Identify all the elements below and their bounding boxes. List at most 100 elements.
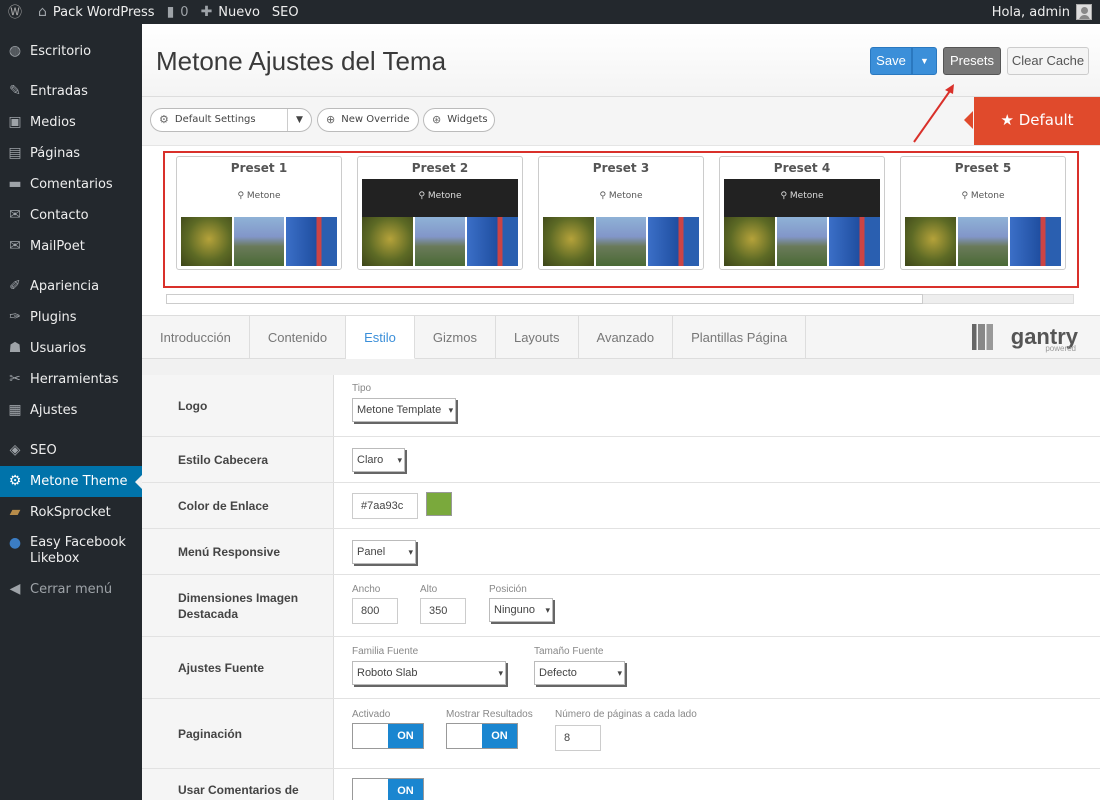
seo-link[interactable]: SEO — [266, 0, 305, 24]
preset-thumbnail-images — [543, 217, 700, 266]
thumbnail-image — [776, 217, 828, 266]
sidebar-item-seo[interactable]: ◈ SEO — [0, 435, 142, 466]
wrench-icon: ✂ — [9, 371, 21, 387]
tab-estilo[interactable]: Estilo — [346, 316, 415, 359]
plus-icon: ✚ — [200, 4, 213, 20]
thumbnail-image — [543, 217, 594, 266]
comments-toggle[interactable]: ON — [352, 778, 424, 800]
responsive-menu-select[interactable]: Panel — [352, 540, 416, 564]
field-label: Tamaño Fuente — [534, 646, 604, 657]
sidebar-item-metone-theme[interactable]: ⚙ Metone Theme — [0, 466, 143, 497]
link-color-input[interactable]: #7aa93c — [352, 493, 418, 519]
bicycle-logo-icon: ⚲ — [237, 191, 247, 201]
comments-icon: ▬ — [8, 176, 22, 192]
color-swatch-button[interactable] — [426, 492, 452, 516]
tab-layouts[interactable]: Layouts — [496, 316, 579, 359]
new-override-button[interactable]: ⊕ New Override — [317, 108, 419, 132]
tab-introduccion[interactable]: Introducción — [142, 316, 250, 359]
sidebar-item-entradas[interactable]: ✎ Entradas — [0, 76, 142, 107]
sidebar-item-comentarios[interactable]: ▬ Comentarios — [0, 169, 142, 200]
site-name-link[interactable]: ⌂ Pack WordPress — [32, 0, 161, 24]
presets-scrollbar-thumb[interactable] — [166, 294, 923, 304]
bicycle-logo-icon: ⚲ — [961, 191, 971, 201]
preset-title: Preset 1 — [230, 161, 288, 175]
sidebar-item-contacto[interactable]: ✉ Contacto — [0, 200, 142, 231]
gantry-building-icon — [972, 324, 998, 350]
seo-icon: ◈ — [9, 442, 21, 458]
comment-bubble-icon: ▮ — [166, 4, 175, 20]
preset-thumbnail-header: ⚲ Metone — [543, 179, 699, 217]
new-content-link[interactable]: ✚ Nuevo — [195, 0, 266, 24]
save-dropdown-button[interactable]: ▼ — [912, 47, 937, 75]
override-toolbar: ⚙ Default Settings ▼ ⊕ New Override ⊛ Widget… — [142, 97, 1100, 145]
preset-thumbnail-images — [181, 217, 338, 266]
height-input[interactable]: 350 — [420, 598, 466, 624]
sidebar-item-ajustes[interactable]: ▦ Ajustes — [0, 395, 142, 426]
sidebar-item-usuarios[interactable]: ☗ Usuarios — [0, 333, 142, 364]
user-account-link[interactable]: Hola, admin — [986, 0, 1100, 24]
thumbnail-image — [957, 217, 1009, 266]
wordpress-logo-icon[interactable]: Ⓦ — [0, 0, 32, 24]
sidebar-item-medios[interactable]: ▣ Medios — [0, 107, 142, 138]
sidebar-item-paginas[interactable]: ▤ Páginas — [0, 138, 142, 169]
admin-bar: Ⓦ ⌂ Pack WordPress ▮ 0 ✚ Nuevo SEO Hola, ad… — [0, 0, 1100, 24]
bicycle-logo-icon: ⚲ — [599, 191, 609, 201]
font-size-select[interactable]: Defecto — [534, 661, 625, 685]
settings-icon: ▦ — [8, 402, 22, 418]
preset-thumbnail-images — [905, 217, 1062, 266]
preset-card-4[interactable]: Preset 4 ⚲ Metone — [719, 156, 885, 270]
thumbnail-image — [286, 217, 338, 266]
pin-icon: ✎ — [9, 83, 21, 99]
field-label: Tipo — [352, 383, 372, 394]
field-label: Activado — [352, 709, 391, 720]
sidebar-item-escritorio[interactable]: ◍ Escritorio — [0, 36, 142, 67]
tab-plantillas-pagina[interactable]: Plantillas Página — [673, 316, 807, 359]
main-content: Metone Ajustes del Tema Save ▼ Presets C… — [142, 24, 1100, 800]
font-family-select[interactable]: Roboto Slab — [352, 661, 506, 685]
default-settings-select[interactable]: ⚙ Default Settings ▼ — [150, 108, 312, 132]
width-input[interactable]: 800 — [352, 598, 398, 624]
preset-card-2[interactable]: Preset 2 ⚲ Metone — [357, 156, 523, 270]
style-settings: Logo Tipo Metone Template Estilo Cabecer… — [142, 359, 1100, 800]
setting-row-comentarios: Usar Comentarios de ON — [142, 769, 1100, 800]
preset-thumbnail-header: ⚲ Metone — [905, 179, 1061, 217]
pages-each-side-input[interactable]: 8 — [555, 725, 601, 751]
preset-thumbnail-header: ⚲ Metone — [362, 179, 518, 217]
collapse-menu-button[interactable]: ◀ Cerrar menú — [0, 574, 142, 605]
setting-row-estilo-cabecera: Estilo Cabecera Claro — [142, 437, 1100, 483]
presets-button[interactable]: Presets — [943, 47, 1001, 75]
preset-card-3[interactable]: Preset 3 ⚲ Metone — [538, 156, 704, 270]
users-icon: ☗ — [8, 340, 22, 356]
sidebar-item-plugins[interactable]: ✑ Plugins — [0, 302, 142, 333]
clear-cache-button[interactable]: Clear Cache — [1007, 47, 1089, 75]
position-select[interactable]: Ninguno — [489, 598, 553, 622]
plus-icon: ⊕ — [326, 113, 336, 126]
pagination-enabled-toggle[interactable]: ON — [352, 723, 424, 749]
sidebar-item-herramientas[interactable]: ✂ Herramientas — [0, 364, 142, 395]
header-style-select[interactable]: Claro — [352, 448, 405, 472]
gantry-logo: gantry powered — [1010, 324, 1078, 353]
field-label: Posición — [489, 584, 527, 595]
show-results-toggle[interactable]: ON — [446, 723, 518, 749]
widgets-button[interactable]: ⊛ Widgets — [423, 108, 495, 132]
settings-tabs: Introducción Contenido Estilo Gizmos Lay… — [142, 315, 1100, 359]
dashboard-icon: ◍ — [8, 43, 22, 59]
widgets-icon: ⊛ — [432, 113, 442, 126]
preset-card-5[interactable]: Preset 5 ⚲ Metone — [900, 156, 1066, 270]
logo-type-select[interactable]: Metone Template — [352, 398, 457, 422]
home-icon: ⌂ — [38, 4, 47, 20]
tab-avanzado[interactable]: Avanzado — [579, 316, 674, 359]
sidebar-item-easy-facebook-likebox[interactable]: ● Easy Facebook Likebox — [0, 528, 142, 574]
tab-gizmos[interactable]: Gizmos — [415, 316, 496, 359]
sidebar-item-roksprocket[interactable]: ▰ RokSprocket — [0, 497, 142, 528]
thumbnail-image — [362, 217, 413, 266]
preset-thumbnail-images — [724, 217, 881, 266]
default-badge: ★ Default — [964, 97, 1100, 145]
preset-card-1[interactable]: Preset 1 ⚲ Metone — [176, 156, 342, 270]
setting-label: Usar Comentarios de — [142, 769, 334, 800]
sidebar-item-apariencia[interactable]: ✐ Apariencia — [0, 271, 142, 302]
tab-contenido[interactable]: Contenido — [250, 316, 347, 359]
comments-link[interactable]: ▮ 0 — [161, 0, 195, 24]
sidebar-item-mailpoet[interactable]: ✉ MailPoet — [0, 231, 142, 262]
save-button[interactable]: Save — [870, 47, 912, 75]
